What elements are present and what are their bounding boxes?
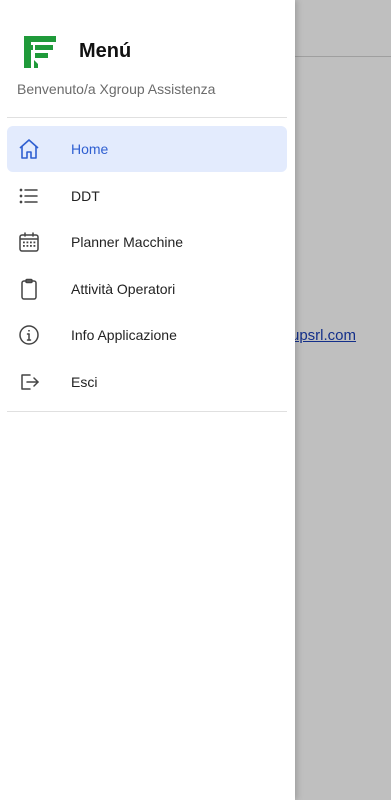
menu-item-label: Planner Macchine [71,234,184,250]
drawer-title: Menú [79,40,132,62]
logout-icon [17,370,41,394]
menu-item-info-applicazione[interactable]: Info Applicazione [7,312,287,358]
menu-item-esci[interactable]: Esci [7,359,287,405]
welcome-text: Benvenuto/a Xgroup Assistenza [17,81,216,97]
drawer-header: Menú Benvenuto/a Xgroup Assistenza [0,0,295,117]
menu-item-attivita-operatori[interactable]: Attività Operatori [7,266,287,312]
calendar-icon [17,230,41,254]
clipboard-icon [17,277,41,301]
divider [7,411,287,412]
menu-item-label: Home [71,141,109,157]
divider [7,117,287,118]
menu-item-label: Esci [71,373,98,390]
menu-item-planner-macchine[interactable]: Planner Macchine [7,219,287,265]
list-icon [17,184,41,208]
menu-item-ddt[interactable]: DDT [7,173,287,219]
menu-item-label: DDT [71,187,100,204]
menu-item-label: Info Applicazione [71,327,177,343]
menu-item-home[interactable]: Home [7,126,287,172]
info-icon [17,323,41,347]
home-icon [17,137,41,161]
navigation-drawer: Menú Benvenuto/a Xgroup Assistenza Home [0,0,295,800]
drawer-menu: Home DDT Planner Macchine Attività Opera… [7,126,287,405]
app-logo-icon [24,36,56,68]
menu-item-label: Attività Operatori [71,280,176,297]
